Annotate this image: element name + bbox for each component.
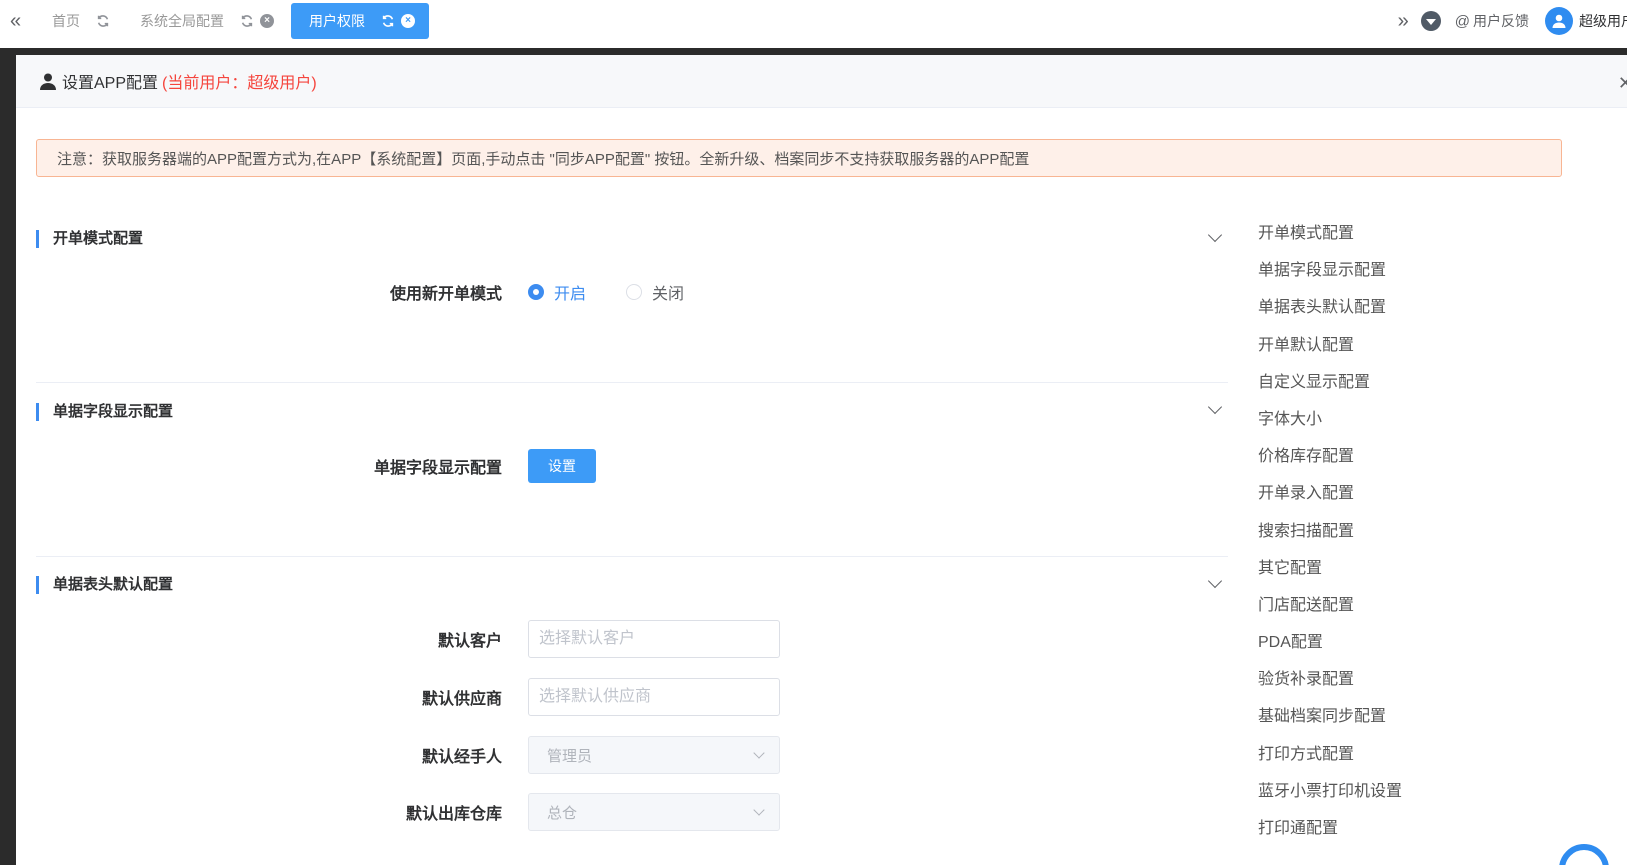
radio-dot	[626, 284, 643, 300]
section-divider	[36, 556, 1228, 557]
section-divider	[36, 382, 1228, 383]
user-name: 超级用户	[1579, 13, 1627, 29]
tab-label: 系统全局配置	[140, 13, 224, 29]
chevron-down-icon[interactable]	[1207, 227, 1223, 243]
refresh-icon[interactable]	[240, 14, 254, 28]
tab-dropdown-icon[interactable]	[1420, 11, 1441, 31]
radio-label: 关闭	[652, 286, 685, 303]
field-label: 默认客户	[437, 633, 502, 650]
avatar-icon	[1545, 7, 1573, 35]
field-label: 单据字段显示配置	[373, 460, 502, 477]
select-value: 总仓	[547, 804, 578, 822]
section-title: 单据字段显示配置	[36, 403, 173, 421]
settings-button[interactable]: 设置	[528, 449, 596, 483]
dialog-title: 设置APP配置	[62, 75, 159, 92]
refresh-icon[interactable]	[381, 14, 395, 28]
field-label: 默认经手人	[421, 749, 502, 766]
tab-system-config[interactable]: 系统全局配置 ×	[130, 3, 284, 39]
anchor-item[interactable]: 字体大小	[1258, 409, 1402, 446]
anchor-item[interactable]: 打印方式配置	[1258, 744, 1402, 781]
user-menu[interactable]: 超级用户	[1545, 7, 1627, 35]
anchor-item[interactable]: 其它配置	[1258, 558, 1402, 595]
form-row-default-customer: 默认客户	[36, 620, 1036, 658]
anchor-item[interactable]: 价格库存配置	[1258, 446, 1402, 483]
anchor-item[interactable]: 打印通配置	[1258, 818, 1402, 855]
anchor-item[interactable]: 单据字段显示配置	[1258, 260, 1402, 297]
anchor-item[interactable]: 蓝牙小票打印机设置	[1258, 781, 1402, 818]
customer-service-icon[interactable]	[1554, 835, 1614, 865]
radio-disable[interactable]: 关闭	[626, 280, 684, 304]
at-icon: @	[1454, 12, 1470, 30]
anchor-item[interactable]: 开单录入配置	[1258, 483, 1402, 520]
tab-user-permission[interactable]: 用户权限 ×	[291, 3, 429, 39]
radio-label: 开启	[554, 286, 587, 303]
anchor-item[interactable]: 开单默认配置	[1258, 335, 1402, 372]
chevron-down-icon	[753, 804, 765, 816]
tab-label: 首页	[52, 13, 80, 29]
anchor-item[interactable]: 验货补录配置	[1258, 669, 1402, 706]
default-handler-select[interactable]: 管理员	[528, 736, 780, 774]
section-title: 开单模式配置	[36, 230, 143, 248]
notice-text: 注意：获取服务器端的APP配置方式为,在APP【系统配置】页面,手动点击 "同步…	[57, 150, 1030, 168]
dialog-header: 设置APP配置 (当前用户：超级用户)	[16, 55, 1627, 108]
anchor-item[interactable]: 自定义显示配置	[1258, 372, 1402, 409]
field-label: 默认供应商	[421, 691, 502, 708]
select-value: 管理员	[547, 747, 593, 765]
scroll-right-icon[interactable]: »	[1398, 10, 1409, 33]
radio-enable[interactable]: 开启	[528, 280, 586, 304]
anchor-item[interactable]: 搜索扫描配置	[1258, 521, 1402, 558]
feedback-label: 用户反馈	[1473, 13, 1529, 29]
section-title: 单据表头默认配置	[36, 576, 173, 594]
app-config-dialog: 设置APP配置 (当前用户：超级用户) ✕ 注意：获取服务器端的APP配置方式为…	[16, 55, 1627, 865]
field-label: 使用新开单模式	[389, 286, 502, 303]
radio-dot	[528, 284, 544, 300]
anchor-item[interactable]: 开单模式配置	[1258, 223, 1402, 260]
form-row-new-mode: 使用新开单模式 开启 关闭	[36, 277, 1036, 307]
user-icon	[40, 73, 56, 90]
form-row-field-display: 单据字段显示配置 设置	[36, 449, 1036, 483]
chevron-down-icon[interactable]	[1207, 573, 1223, 589]
chevron-down-icon[interactable]	[1207, 399, 1223, 415]
dialog-subtitle: (当前用户：超级用户)	[162, 75, 317, 92]
anchor-item[interactable]: 基础档案同步配置	[1258, 706, 1402, 743]
anchor-item[interactable]: PDA配置	[1258, 632, 1402, 669]
close-icon[interactable]: ×	[401, 14, 415, 28]
anchor-item[interactable]: 门店配送配置	[1258, 595, 1402, 632]
tab-bar: « 首页 系统全局配置 × 用户权限 × » @ 用户反馈 超级用户	[0, 0, 1627, 48]
form-row-default-supplier: 默认供应商	[36, 678, 1036, 716]
collapse-left-icon[interactable]: «	[10, 10, 21, 33]
close-icon[interactable]: ✕	[1618, 73, 1627, 94]
anchor-item[interactable]: 单据表头默认配置	[1258, 297, 1402, 334]
form-row-default-warehouse: 默认出库仓库 总仓	[36, 793, 1036, 831]
refresh-icon[interactable]	[96, 14, 110, 28]
tabbar-right: » @ 用户反馈 超级用户	[1398, 0, 1627, 42]
close-icon[interactable]: ×	[260, 14, 274, 28]
feedback-link[interactable]: @ 用户反馈	[1455, 11, 1529, 31]
anchor-nav: 开单模式配置 单据字段显示配置 单据表头默认配置 开单默认配置 自定义显示配置 …	[1258, 223, 1402, 855]
chevron-down-icon	[753, 747, 765, 759]
default-supplier-input[interactable]	[528, 678, 780, 716]
tab-label: 用户权限	[309, 13, 365, 29]
tab-home[interactable]: 首页	[42, 3, 120, 39]
field-label: 默认出库仓库	[405, 806, 502, 823]
form-row-default-handler: 默认经手人 管理员	[36, 736, 1036, 774]
default-warehouse-select[interactable]: 总仓	[528, 793, 780, 831]
notice-banner: 注意：获取服务器端的APP配置方式为,在APP【系统配置】页面,手动点击 "同步…	[36, 139, 1562, 177]
default-customer-input[interactable]	[528, 620, 780, 658]
